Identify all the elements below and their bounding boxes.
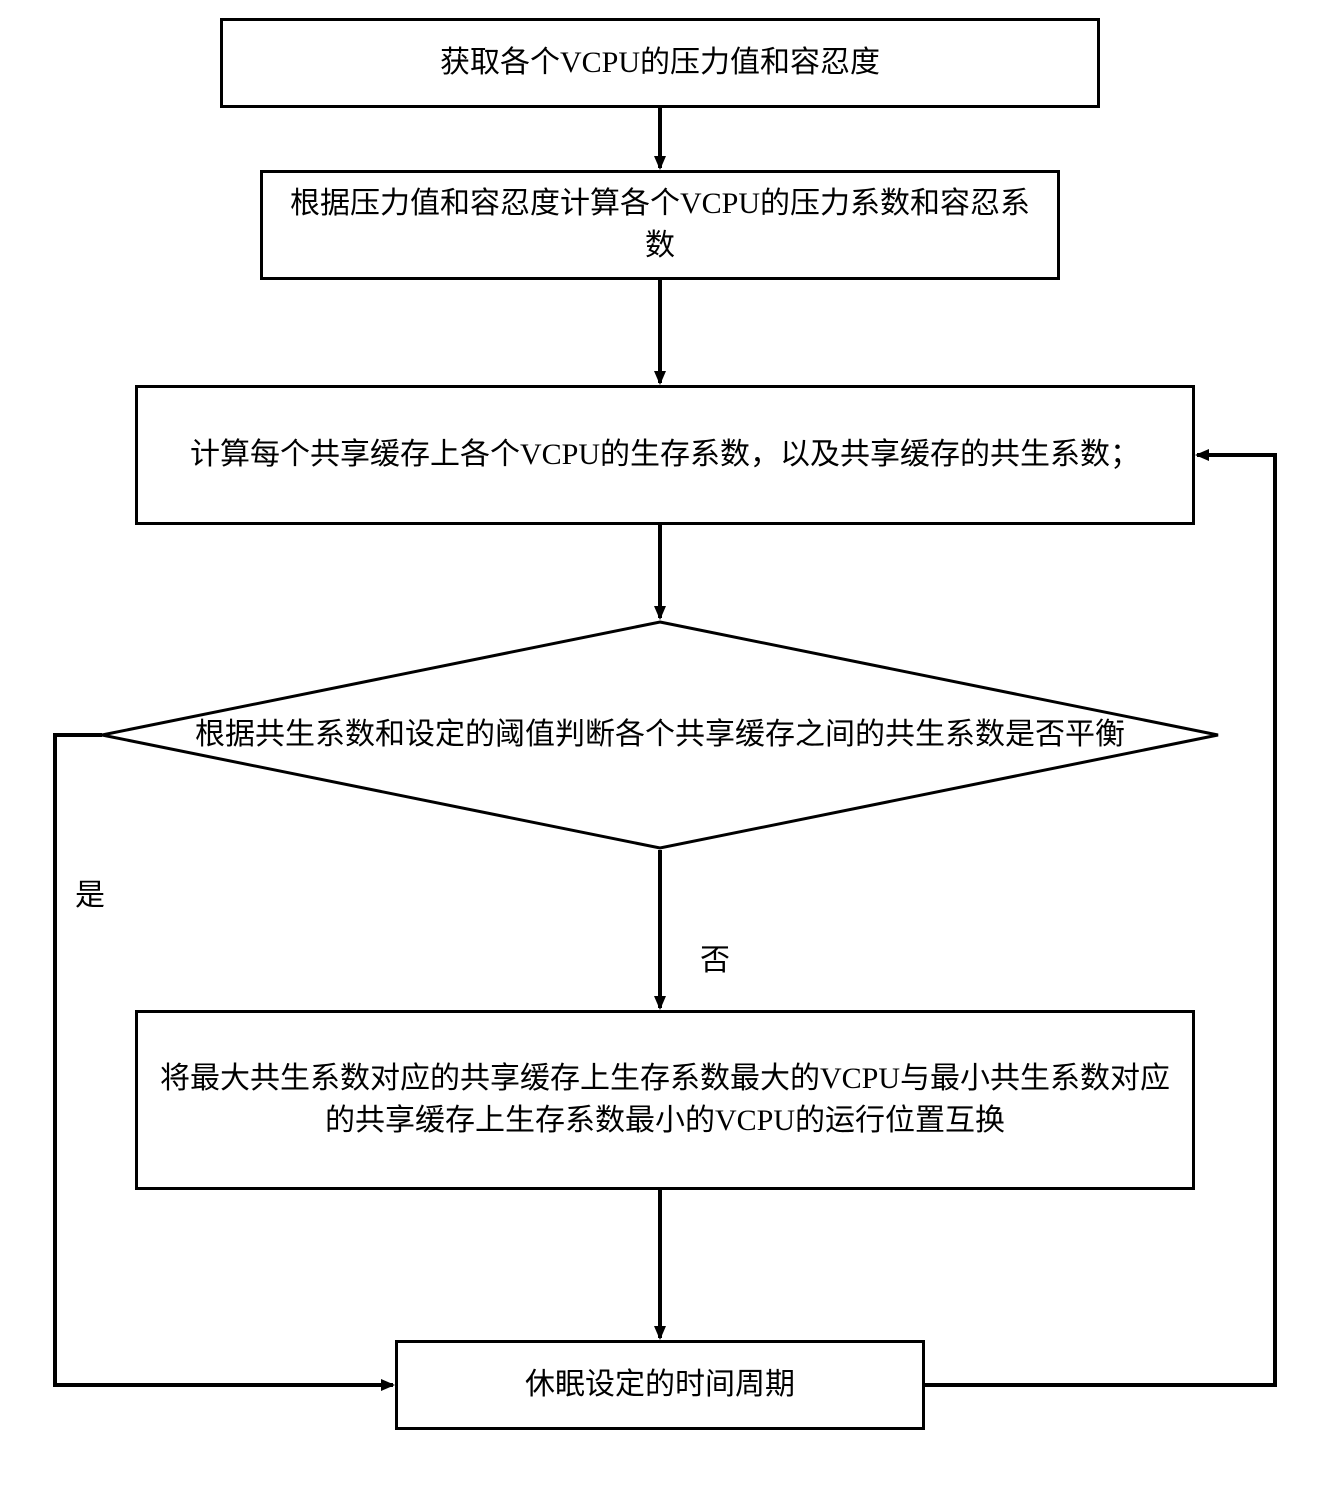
label-yes: 是	[75, 870, 105, 914]
decision-text: 根据共生系数和设定的阈值判断各个共享缓存之间的共生系数是否平衡	[195, 714, 1125, 756]
decision-balance: 根据共生系数和设定的阈值判断各个共享缓存之间的共生系数是否平衡	[100, 620, 1220, 850]
step-text: 获取各个VCPU的压力值和容忍度	[440, 42, 880, 84]
step-calc-survival: 计算每个共享缓存上各个VCPU的生存系数，以及共享缓存的共生系数；	[135, 385, 1195, 525]
step-text: 计算每个共享缓存上各个VCPU的生存系数，以及共享缓存的共生系数；	[190, 434, 1140, 476]
step-swap-vcpu: 将最大共生系数对应的共享缓存上生存系数最大的VCPU与最小共生系数对应的共享缓存…	[135, 1010, 1195, 1190]
step-sleep: 休眠设定的时间周期	[395, 1340, 925, 1430]
flowchart-canvas: 获取各个VCPU的压力值和容忍度 根据压力值和容忍度计算各个VCPU的压力系数和…	[0, 0, 1328, 1491]
step-acquire-values: 获取各个VCPU的压力值和容忍度	[220, 18, 1100, 108]
step-text: 将最大共生系数对应的共享缓存上生存系数最大的VCPU与最小共生系数对应的共享缓存…	[150, 1058, 1180, 1142]
step-calc-coefficients: 根据压力值和容忍度计算各个VCPU的压力系数和容忍系数	[260, 170, 1060, 280]
label-no: 否	[700, 935, 730, 979]
step-text: 根据压力值和容忍度计算各个VCPU的压力系数和容忍系数	[275, 183, 1045, 267]
step-text: 休眠设定的时间周期	[525, 1364, 795, 1406]
